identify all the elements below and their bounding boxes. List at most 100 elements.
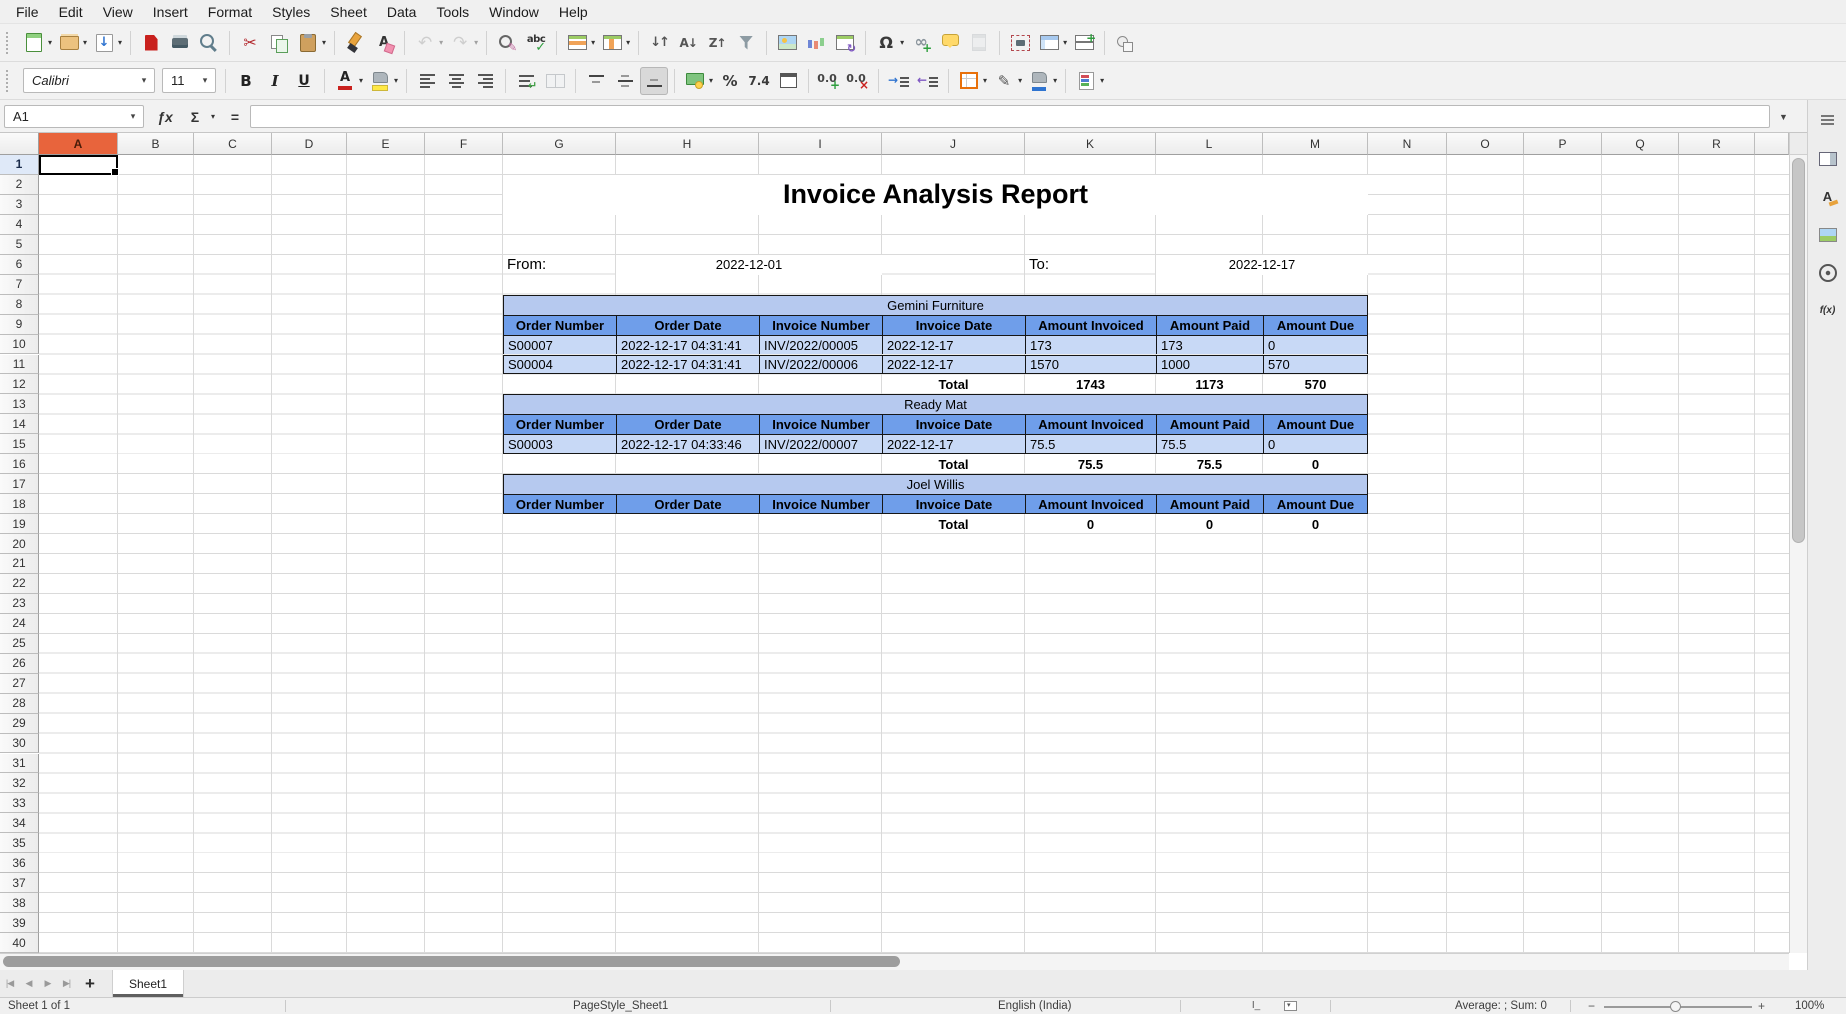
date-format-button[interactable] <box>774 67 802 95</box>
row-header-6[interactable]: 6 <box>0 255 39 275</box>
to-label[interactable]: To: <box>1025 255 1156 275</box>
row-header-31[interactable]: 31 <box>0 754 39 774</box>
vertical-scrollbar[interactable] <box>1789 133 1807 953</box>
data-cell[interactable]: S00004 <box>503 355 616 375</box>
toolbar-grip[interactable] <box>6 32 14 54</box>
row-header-24[interactable]: 24 <box>0 614 39 634</box>
currency-button[interactable]: ▾ <box>681 67 715 95</box>
row-header-27[interactable]: 27 <box>0 674 39 694</box>
total-value-cell[interactable]: 0 <box>1263 514 1368 534</box>
row-header-10[interactable]: 10 <box>0 335 39 355</box>
row-header-30[interactable]: 30 <box>0 734 39 754</box>
total-value-cell[interactable]: 0 <box>1156 514 1263 534</box>
spelling-button[interactable] <box>522 29 550 57</box>
navigator-icon[interactable] <box>1815 260 1840 285</box>
total-value-cell[interactable]: 0 <box>1025 514 1156 534</box>
toolbar-grip[interactable] <box>6 70 14 92</box>
column-header-F[interactable]: F <box>425 133 503 155</box>
font-name-combo-arrow-icon[interactable]: ▾ <box>134 69 154 92</box>
row-header-16[interactable]: 16 <box>0 454 39 474</box>
report-title[interactable]: Invoice Analysis Report <box>503 175 1368 215</box>
menu-insert[interactable]: Insert <box>143 0 198 23</box>
total-label-cell[interactable]: Total <box>882 514 1025 534</box>
zoom-in-button[interactable]: + <box>1758 999 1765 1013</box>
align-bottom-button[interactable] <box>640 67 668 95</box>
menu-sheet[interactable]: Sheet <box>320 0 377 23</box>
menu-tools[interactable]: Tools <box>426 0 479 23</box>
next-sheet-button[interactable]: ▶ <box>38 970 57 997</box>
redo-button[interactable]: ▾ <box>446 29 480 57</box>
insert-row-dropdown-arrow[interactable]: ▾ <box>591 38 595 47</box>
select-all-corner[interactable] <box>0 133 39 155</box>
save-button[interactable]: ▾ <box>90 29 124 57</box>
insert-row-button[interactable]: ▾ <box>563 29 597 57</box>
column-header-cell[interactable]: Amount Due <box>1263 315 1368 335</box>
copy-button[interactable] <box>265 29 293 57</box>
insert-chart-button[interactable] <box>802 29 830 57</box>
row-header-2[interactable]: 2 <box>0 175 39 195</box>
insert-column-button[interactable]: ▾ <box>598 29 632 57</box>
row-header-14[interactable]: 14 <box>0 414 39 434</box>
print-preview-button[interactable] <box>195 29 223 57</box>
data-cell[interactable]: 0 <box>1263 434 1368 454</box>
sum-dropdown-arrow[interactable]: ▾ <box>206 105 220 128</box>
split-window-button[interactable] <box>1070 29 1098 57</box>
insert-mode-icon[interactable]: I_ <box>1248 1000 1264 1012</box>
column-header-R[interactable]: R <box>1679 133 1755 155</box>
horizontal-scrollbar[interactable] <box>0 953 1789 970</box>
pivot-table-button[interactable] <box>831 29 859 57</box>
hyperlink-button[interactable] <box>907 29 935 57</box>
column-header-cell[interactable]: Order Date <box>616 315 759 335</box>
borders-dropdown-arrow[interactable]: ▾ <box>983 76 987 85</box>
font-color-button[interactable]: ▾ <box>331 67 365 95</box>
sort-button[interactable] <box>645 29 673 57</box>
autofilter-button[interactable] <box>732 29 760 57</box>
selection-mode-icon[interactable] <box>1284 1001 1297 1011</box>
menu-styles[interactable]: Styles <box>262 0 320 23</box>
align-center-button[interactable] <box>442 67 470 95</box>
column-header-cell[interactable]: Order Number <box>503 494 616 514</box>
data-cell[interactable]: 75.5 <box>1156 434 1263 454</box>
zoom-out-button[interactable]: − <box>1588 999 1595 1013</box>
total-label-cell[interactable]: Total <box>882 374 1025 394</box>
increase-indent-button[interactable] <box>885 67 913 95</box>
row-header-1[interactable]: 1 <box>0 155 39 175</box>
column-header-cell[interactable]: Order Date <box>616 494 759 514</box>
open-dropdown-arrow[interactable]: ▾ <box>83 38 87 47</box>
vendor-header-cell[interactable]: Joel Willis <box>503 474 1368 494</box>
row-header-38[interactable]: 38 <box>0 893 39 913</box>
row-header-22[interactable]: 22 <box>0 574 39 594</box>
row-header-26[interactable]: 26 <box>0 654 39 674</box>
data-cell[interactable]: 2022-12-17 <box>882 335 1025 355</box>
align-right-button[interactable] <box>471 67 499 95</box>
menu-edit[interactable]: Edit <box>49 0 93 23</box>
row-header-21[interactable]: 21 <box>0 554 39 574</box>
freeze-panes-dropdown-arrow[interactable]: ▾ <box>1063 38 1067 47</box>
total-value-cell[interactable]: 1743 <box>1025 374 1156 394</box>
row-header-36[interactable]: 36 <box>0 853 39 873</box>
row-header-15[interactable]: 15 <box>0 434 39 454</box>
cells-area[interactable]: Invoice Analysis ReportFrom:2022-12-01To… <box>39 155 1789 953</box>
properties-icon[interactable] <box>1815 146 1840 171</box>
row-header-3[interactable]: 3 <box>0 195 39 215</box>
bold-button[interactable] <box>232 67 260 95</box>
total-value-cell[interactable]: 0 <box>1263 454 1368 474</box>
equals-button[interactable]: = <box>222 105 248 128</box>
vendor-header-cell[interactable]: Ready Mat <box>503 394 1368 414</box>
menu-view[interactable]: View <box>93 0 143 23</box>
save-dropdown-arrow[interactable]: ▾ <box>118 38 122 47</box>
row-header-33[interactable]: 33 <box>0 793 39 813</box>
to-date[interactable]: 2022-12-17 <box>1156 255 1368 275</box>
column-header-partial[interactable] <box>1755 133 1789 155</box>
expand-formula-bar-icon[interactable]: ▼ <box>1779 112 1788 122</box>
currency-dropdown-arrow[interactable]: ▾ <box>709 76 713 85</box>
column-header-cell[interactable]: Invoice Date <box>882 494 1025 514</box>
name-box-dropdown-icon[interactable]: ▾ <box>123 111 143 122</box>
paste-dropdown-arrow[interactable]: ▾ <box>322 38 326 47</box>
highlight-color-button[interactable]: ▾ <box>366 67 400 95</box>
column-header-A[interactable]: A <box>39 133 118 155</box>
from-date[interactable]: 2022-12-01 <box>616 255 882 275</box>
row-header-35[interactable]: 35 <box>0 833 39 853</box>
column-header-L[interactable]: L <box>1156 133 1263 155</box>
functions-icon[interactable] <box>1815 298 1840 323</box>
